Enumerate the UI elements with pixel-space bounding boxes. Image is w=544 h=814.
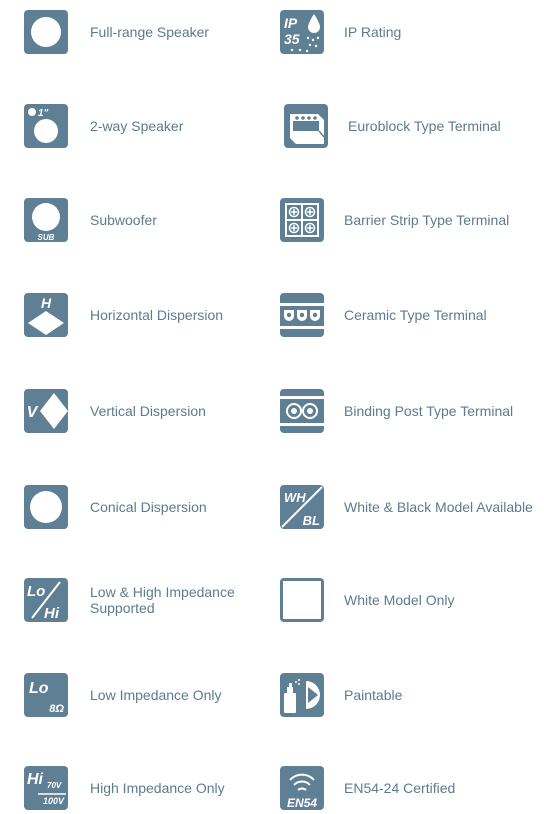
legend-label: Full-range Speaker [90, 24, 210, 40]
legend-label: Euroblock Type Terminal [348, 118, 501, 134]
svg-text:4": 4" [37, 25, 55, 42]
legend-label: Conical Dispersion [90, 499, 207, 515]
svg-text:100°: 100° [33, 500, 61, 515]
horizontal-dispersion-icon: H 120° [24, 293, 68, 337]
legend-label: Barrier Strip Type Terminal [344, 212, 510, 228]
full-range-speaker-icon: 4" [24, 10, 68, 54]
legend-label: Subwoofer [90, 212, 157, 228]
barrier-strip-terminal-icon [280, 198, 324, 242]
feature-icon-legend: 4" Full-range Speaker 1" 8" 2-way Speake… [0, 0, 544, 810]
two-way-speaker-icon: 1" 8" [24, 104, 68, 148]
svg-text:120°: 120° [37, 319, 56, 329]
svg-text:H: H [41, 295, 52, 311]
white-model-icon: WH [280, 578, 324, 622]
legend-label: High Impedance Only [90, 780, 225, 796]
svg-text:WH: WH [290, 593, 316, 610]
legend-label: Binding Post Type Terminal [344, 403, 514, 419]
high-impedance-icon: Hi 70V 100V [24, 766, 68, 810]
svg-text:35: 35 [284, 31, 300, 47]
legend-label: White Model Only [344, 592, 455, 608]
svg-text:V: V [27, 404, 39, 421]
svg-text:SUB: SUB [38, 233, 55, 242]
svg-text:1": 1" [38, 108, 49, 119]
svg-text:BL: BL [303, 513, 320, 528]
svg-text:120°: 120° [45, 407, 64, 417]
ceramic-terminal-icon [280, 293, 324, 337]
svg-text:Lo: Lo [29, 680, 49, 697]
legend-label: White & Black Model Available [344, 499, 533, 515]
svg-text:10": 10" [36, 210, 57, 225]
low-high-impedance-icon: Lo Hi [24, 578, 68, 622]
svg-text:Hi: Hi [27, 771, 44, 788]
svg-text:Hi: Hi [44, 605, 60, 622]
legend-label: Horizontal Dispersion [90, 307, 224, 323]
low-impedance-icon: Lo 8Ω [24, 673, 68, 717]
legend-label: Vertical Dispersion [90, 403, 206, 419]
legend-label: Paintable [344, 687, 403, 703]
svg-text:8": 8" [39, 124, 53, 139]
legend-label: IP Rating [344, 24, 402, 40]
svg-text:70V: 70V [47, 781, 62, 790]
paintable-icon [280, 673, 324, 717]
legend-label: Ceramic Type Terminal [344, 307, 487, 323]
white-black-model-icon: WH BL [280, 485, 324, 529]
legend-label: Low Impedance Only [90, 687, 222, 703]
subwoofer-icon: 10" SUB [24, 198, 68, 242]
ip-rating-icon: IP 35 [280, 10, 324, 54]
legend-label: 2-way Speaker [90, 118, 184, 134]
vertical-dispersion-icon: V 120° [24, 389, 68, 433]
svg-text:IP: IP [284, 15, 298, 31]
en54-certified-icon: EN54 [280, 766, 324, 810]
svg-text:8Ω: 8Ω [49, 703, 64, 715]
euroblock-terminal-icon [284, 104, 328, 148]
legend-label: EN54-24 Certified [344, 780, 456, 796]
svg-text:100V: 100V [43, 796, 65, 806]
legend-label: Low & High Impedance Supported [90, 584, 235, 616]
svg-text:Lo: Lo [27, 583, 45, 600]
conical-dispersion-icon: 100° [24, 485, 68, 529]
svg-text:WH: WH [284, 490, 306, 505]
binding-post-terminal-icon [280, 389, 324, 433]
